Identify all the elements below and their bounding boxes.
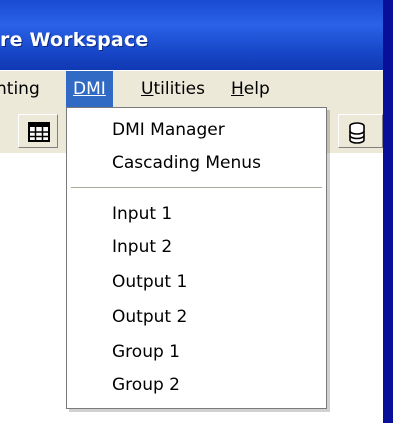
- menu-help-label: Help: [231, 79, 270, 99]
- menu-printing-label: nting: [0, 79, 40, 99]
- window-title: re Workspace: [0, 29, 149, 51]
- menu-printing[interactable]: nting: [0, 71, 46, 107]
- menu-help[interactable]: Help: [225, 71, 276, 107]
- database-icon: [349, 122, 365, 144]
- menu-bar: nting DMI Utilities Help: [0, 70, 383, 107]
- menu-utilities[interactable]: Utilities: [135, 71, 211, 107]
- menu-item-dmi-manager[interactable]: DMI Manager: [112, 115, 225, 145]
- menu-separator: [71, 187, 322, 188]
- menu-dmi[interactable]: DMI: [66, 71, 113, 107]
- menu-utilities-label: Utilities: [141, 79, 205, 99]
- dmi-dropdown-menu: DMI Manager Cascading Menus Input 1 Inpu…: [66, 107, 327, 409]
- app-window: re Workspace nting DMI Utilities Help DM…: [0, 0, 383, 423]
- menu-item-cascading-menus[interactable]: Cascading Menus: [112, 148, 261, 178]
- menu-item-input-2[interactable]: Input 2: [112, 232, 172, 262]
- menu-item-output-1[interactable]: Output 1: [112, 267, 187, 297]
- table-grid-icon: [28, 122, 50, 142]
- menu-item-group-2[interactable]: Group 2: [112, 370, 180, 400]
- table-grid-button[interactable]: [18, 114, 58, 148]
- menu-item-input-1[interactable]: Input 1: [112, 199, 172, 229]
- database-button[interactable]: [338, 114, 383, 148]
- menu-dmi-label: DMI: [73, 79, 106, 99]
- menu-item-output-2[interactable]: Output 2: [112, 302, 187, 332]
- title-bar[interactable]: re Workspace: [0, 0, 383, 70]
- menu-item-group-1[interactable]: Group 1: [112, 337, 180, 367]
